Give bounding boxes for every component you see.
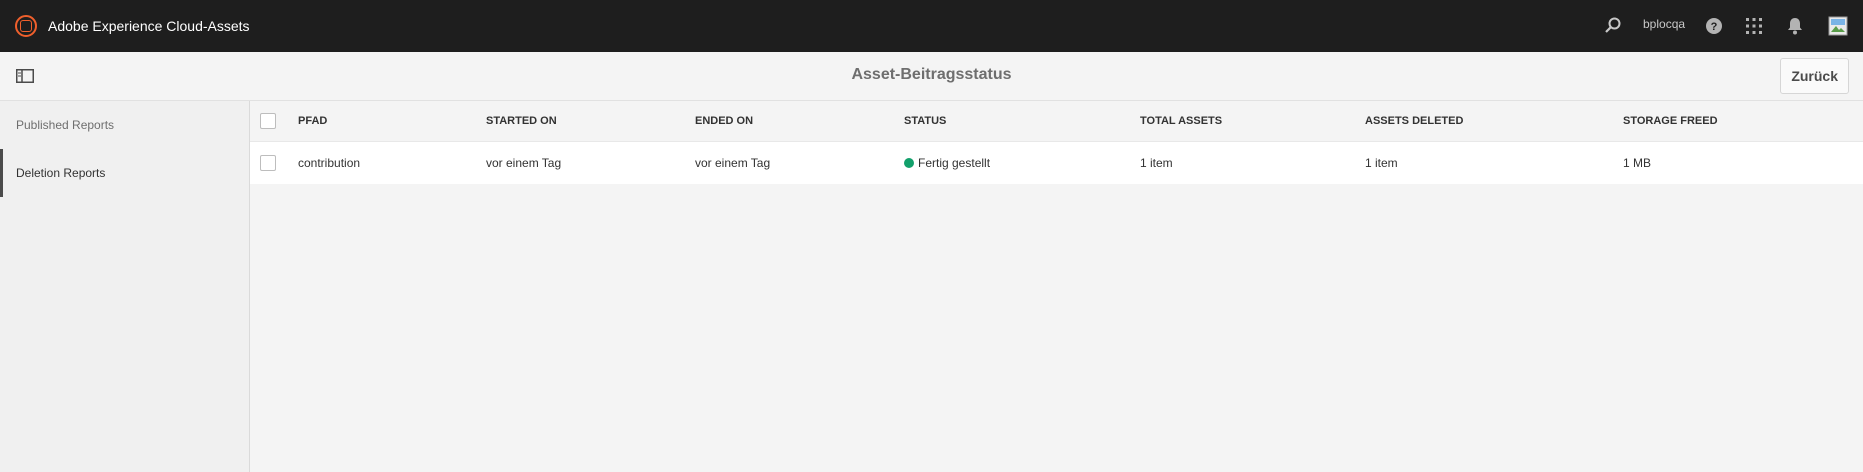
sidebar-item-label: Published Reports [16,118,115,132]
column-header-ended-on[interactable]: ENDED ON [695,115,753,127]
status-ok-icon [904,158,914,168]
cell-started-on: vor einem Tag [486,156,562,170]
svg-text:?: ? [1711,21,1718,33]
search-icon[interactable] [1604,16,1622,34]
cell-storage-freed: 1 MB [1623,156,1652,170]
app-title: Adobe Experience Cloud-Assets [48,18,250,34]
select-all-checkbox[interactable] [260,113,276,129]
user-menu[interactable]: bplocqa [1643,17,1685,31]
cell-status: Fertig gestellt [904,156,990,170]
avatar[interactable] [1828,16,1848,36]
table-row[interactable]: contribution vor einem Tag vor einem Tag… [250,142,1863,184]
sidebar-item-deletion-reports[interactable]: Deletion Reports [0,149,249,197]
bell-icon[interactable] [1787,17,1803,35]
table-header: PFAD STARTED ON ENDED ON STATUS TOTAL AS… [250,101,1863,142]
column-header-assets-deleted[interactable]: ASSETS DELETED [1365,115,1463,127]
action-bar: Asset-Beitragsstatus Zurück [0,52,1863,101]
top-bar: Adobe Experience Cloud-Assets bplocqa ? [0,0,1863,52]
column-header-path[interactable]: PFAD [298,115,327,127]
column-header-storage-freed[interactable]: STORAGE FREED [1623,115,1718,127]
page-title: Asset-Beitragsstatus [851,66,1012,83]
apps-grid-icon[interactable] [1746,18,1762,34]
cell-path: contribution [298,156,361,170]
row-checkbox[interactable] [260,155,276,171]
adobe-logo-icon [15,15,37,37]
status-text: Fertig gestellt [918,156,991,170]
column-header-started-on[interactable]: STARTED ON [486,115,557,127]
sidebar-item-label: Deletion Reports [16,166,106,180]
sidebar: Published Reports Deletion Reports [0,101,250,472]
brand[interactable]: Adobe Experience Cloud-Assets [15,15,250,37]
sidebar-item-published-reports[interactable]: Published Reports [0,101,249,149]
column-header-total-assets[interactable]: TOTAL ASSETS [1140,115,1222,127]
cell-assets-deleted: 1 item [1365,156,1398,170]
cell-total-assets: 1 item [1140,156,1173,170]
column-header-status[interactable]: STATUS [904,115,946,127]
help-icon[interactable]: ? [1705,17,1723,35]
cell-ended-on: vor einem Tag [695,156,771,170]
back-button[interactable]: Zurück [1780,58,1849,94]
report-table: PFAD STARTED ON ENDED ON STATUS TOTAL AS… [250,101,1863,472]
